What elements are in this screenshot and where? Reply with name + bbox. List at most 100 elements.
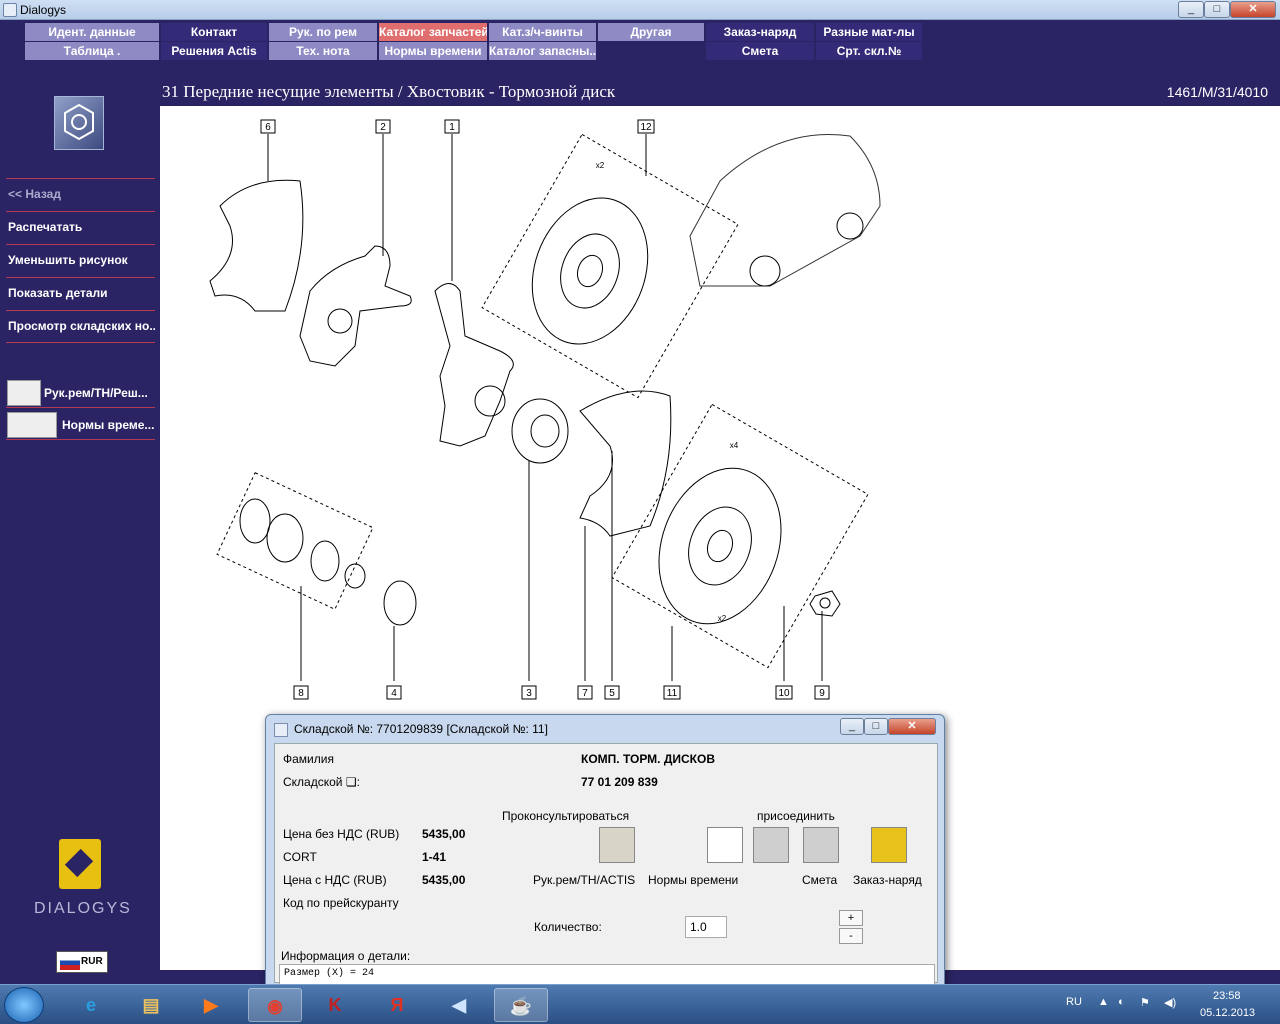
quantity-decrement-button[interactable]: - <box>839 928 863 944</box>
price-net-value: 5435,00 <box>422 827 466 841</box>
menu-parts-catalog[interactable]: Каталог запчастей <box>379 23 487 41</box>
volume-tray-icon[interactable]: ◀) <box>1164 996 1176 1009</box>
callout-10-label: 10 <box>778 688 790 699</box>
menu-tech-note[interactable]: Тех. нота <box>269 42 377 60</box>
minimize-button[interactable]: _ <box>1178 1 1204 18</box>
dialog-title: Складской №: 7701209839 [Складской №: 11… <box>294 722 548 736</box>
attach-label: присоединить <box>757 809 835 823</box>
callout-3: 3 <box>521 685 537 700</box>
consult-label: Проконсультироваться <box>502 809 630 823</box>
flag-tray-icon[interactable]: ⚑ <box>1140 996 1150 1009</box>
quantity-label: Количество: <box>534 920 602 934</box>
callout-10: 10 <box>775 685 793 700</box>
callout-1-label: 1 <box>449 122 455 133</box>
steam-tray-icon[interactable]: ◐ <box>1118 996 1125 1008</box>
quantity-increment-button[interactable]: + <box>839 910 863 926</box>
callout-12-label: 12 <box>640 122 652 133</box>
menu-repair-manual[interactable]: Рук. по рем <box>269 23 377 41</box>
menu-estimate[interactable]: Смета <box>706 42 814 60</box>
taskbar: e ▤ ▶ ◉ K Я ◀ ☕ RU ▲ ◐ ⚑ ◀) 23:58 05.12.… <box>0 984 1280 1024</box>
clock-date[interactable]: 05.12.2013 <box>1200 1007 1255 1019</box>
family-value: КОМП. ТОРМ. ДИСКОВ <box>581 752 715 766</box>
callout-4: 4 <box>386 685 402 700</box>
callout-2-label: 2 <box>380 122 386 133</box>
explorer-taskbar-icon[interactable]: ▤ <box>124 988 178 1022</box>
show-details-link[interactable]: Показать детали <box>6 277 155 310</box>
gauge-tile-icon[interactable] <box>707 827 743 863</box>
callout-2: 2 <box>375 119 391 134</box>
menu-actis-solutions[interactable]: Решения Actis <box>161 42 267 60</box>
menu-labour-times[interactable]: Нормы времени <box>379 42 487 60</box>
menu-other[interactable]: Другая <box>598 23 704 41</box>
labour-times-button[interactable]: Нормы време... <box>6 410 155 440</box>
dialog-maximize-button[interactable]: □ <box>864 718 888 735</box>
menu-spares-catalog[interactable]: Каталог запасны... <box>489 42 596 60</box>
part-number-value: 77 01 209 839 <box>581 775 658 789</box>
callout-9-label: 9 <box>819 688 825 699</box>
menu-stock-number[interactable]: Срт. скл.№ <box>816 42 922 60</box>
callout-4-label: 4 <box>391 688 397 699</box>
repair-manual-tile-icon[interactable] <box>599 827 635 863</box>
callout-7: 7 <box>577 685 593 700</box>
cort-label: CORT <box>283 850 317 864</box>
close-button[interactable]: ✕ <box>1230 1 1276 18</box>
back-link[interactable]: << Назад <box>6 178 155 211</box>
shrink-image-link[interactable]: Уменьшить рисунок <box>6 244 155 277</box>
java-taskbar-icon[interactable]: ☕ <box>494 988 548 1022</box>
callout-5-label: 5 <box>609 688 615 699</box>
page-reference: 1461/M/31/4010 <box>1166 84 1268 100</box>
maximize-button[interactable]: □ <box>1204 1 1230 18</box>
part-info-dialog: Складской №: 7701209839 [Складской №: 11… <box>265 714 945 1004</box>
menu-contact[interactable]: Контакт <box>161 23 267 41</box>
callout-3-label: 3 <box>526 688 532 699</box>
callout-11-label: 11 <box>667 688 678 699</box>
callout-12: 12 <box>637 119 655 134</box>
qty-mark-disc: x2 <box>718 614 727 623</box>
callout-5: 5 <box>604 685 620 700</box>
callout-6: 6 <box>260 119 276 134</box>
qty-mark-rear-bolts: x4 <box>730 441 739 450</box>
quantity-input[interactable]: 1.0 <box>685 916 727 938</box>
language-indicator[interactable]: RU <box>1066 996 1082 1008</box>
tile-label-labour-times: Нормы времени <box>648 873 739 887</box>
start-button-icon[interactable] <box>4 987 44 1023</box>
print-link[interactable]: Распечатать <box>6 211 155 244</box>
work-order-tile-icon[interactable] <box>871 827 907 863</box>
callout-9: 9 <box>814 685 830 700</box>
estimate-tile-icon[interactable] <box>803 827 839 863</box>
currency-badge[interactable]: RUR <box>56 951 108 973</box>
menu-work-order[interactable]: Заказ-наряд <box>706 23 814 41</box>
media-player-taskbar-icon[interactable]: ▶ <box>184 988 238 1022</box>
callout-7-label: 7 <box>582 688 588 699</box>
renault-logo-icon <box>59 839 101 889</box>
menu-misc-materials[interactable]: Разные мат-лы <box>816 23 922 41</box>
dialog-close-button[interactable]: ✕ <box>888 718 936 735</box>
window-title: Dialogys <box>20 3 67 17</box>
family-label: Фамилия <box>283 752 334 766</box>
price-gross-label: Цена с НДС (RUB) <box>283 873 387 887</box>
gauge-icon <box>7 412 57 438</box>
chrome-taskbar-icon[interactable]: ◉ <box>248 988 302 1022</box>
tile-label-estimate: Смета <box>802 873 838 887</box>
repair-manual-icon <box>7 380 41 406</box>
clock-time[interactable]: 23:58 <box>1213 990 1241 1002</box>
dialog-minimize-button[interactable]: _ <box>840 718 864 735</box>
menu-ident-data[interactable]: Идент. данные <box>25 23 159 41</box>
dialog-body: Фамилия КОМП. ТОРМ. ДИСКОВ Складской ❏: … <box>274 743 938 1004</box>
part-number-label: Складской ❏: <box>283 775 360 789</box>
price-net-label: Цена без НДС (RUB) <box>283 827 400 841</box>
dialogys-logo: DIALOGYS <box>34 900 132 917</box>
tile-label-repair-manual: Рук.рем/ТН/ACTIS <box>533 873 636 887</box>
menu-screws-catalog[interactable]: Кат.з/ч-винты <box>489 23 596 41</box>
dust-shield-part <box>209 179 304 312</box>
ie-taskbar-icon[interactable]: e <box>64 988 118 1022</box>
speaker-taskbar-icon[interactable]: ◀ <box>432 988 486 1022</box>
kaspersky-taskbar-icon[interactable]: K <box>308 988 362 1022</box>
callout-6-label: 6 <box>265 122 271 133</box>
yandex-taskbar-icon[interactable]: Я <box>370 988 424 1022</box>
attach-tile-icon <box>753 827 789 863</box>
menu-table[interactable]: Таблица . <box>25 42 159 60</box>
repair-manual-button[interactable]: Рук.рем/ТН/Реш... <box>6 378 155 408</box>
stock-numbers-link[interactable]: Просмотр складских но... <box>6 310 155 343</box>
tray-arrow-icon[interactable]: ▲ <box>1098 996 1109 1008</box>
